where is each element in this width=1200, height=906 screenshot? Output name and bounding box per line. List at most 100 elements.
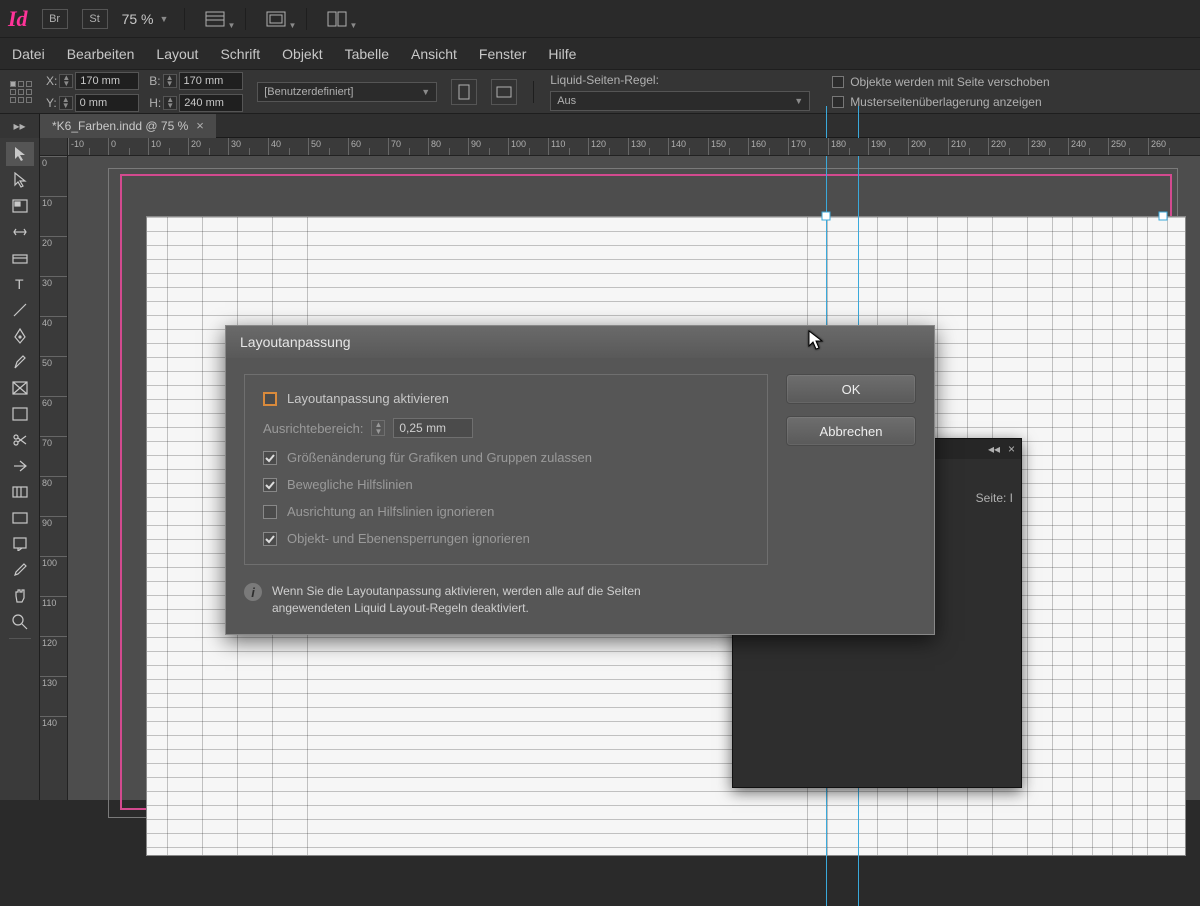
dialog-title: Layoutanpassung <box>226 326 934 358</box>
menu-fenster[interactable]: Fenster <box>479 46 526 62</box>
menu-bearbeiten[interactable]: Bearbeiten <box>67 46 135 62</box>
h-label: H: <box>149 96 161 110</box>
close-panel-icon[interactable]: × <box>1008 442 1015 456</box>
control-bar: X: ▲▼ B: ▲▼ Y: ▲▼ H: ▲▼ [Benutzerdefinie… <box>0 70 1200 114</box>
content-collector-tool-icon[interactable] <box>6 246 34 270</box>
ruler-origin[interactable] <box>40 138 68 156</box>
transform-tool-icon[interactable] <box>6 454 34 478</box>
movable-guides-label: Bewegliche Hilfslinien <box>287 477 413 492</box>
collapse-panel-icon[interactable]: ◂◂ <box>988 442 1000 456</box>
allow-resize-label: Größenänderung für Grafiken und Gruppen … <box>287 450 592 465</box>
stepper-icon[interactable]: ▲▼ <box>59 74 73 88</box>
b-field[interactable] <box>179 72 243 90</box>
hand-tool-icon[interactable] <box>6 584 34 608</box>
gap-tool-icon[interactable] <box>6 220 34 244</box>
stepper-icon[interactable]: ▲▼ <box>163 96 177 110</box>
panel-toggle-icon[interactable]: ▸▸ <box>0 114 40 138</box>
activate-layout-adjustment-checkbox[interactable]: Layoutanpassung aktivieren <box>263 391 749 406</box>
separator <box>9 638 31 639</box>
view-options-icon[interactable]: ▼ <box>201 8 229 30</box>
app-logo: Id <box>8 6 28 32</box>
snap-zone-label: Ausrichtebereich: <box>263 421 363 436</box>
layout-adjustment-dialog: Layoutanpassung Layoutanpassung aktivier… <box>225 325 935 635</box>
type-tool-icon[interactable]: T <box>6 272 34 296</box>
master-overlay-label: Musterseitenüberlagerung anzeigen <box>850 95 1041 109</box>
stepper-icon[interactable]: ▲▼ <box>59 96 73 110</box>
scissors-tool-icon[interactable] <box>6 428 34 452</box>
stepper-icon[interactable]: ▲▼ <box>163 74 177 88</box>
menu-hilfe[interactable]: Hilfe <box>548 46 576 62</box>
x-field[interactable] <box>75 72 139 90</box>
y-label: Y: <box>46 96 57 110</box>
page-preset-dropdown[interactable]: [Benutzerdefiniert] ▼ <box>257 82 437 102</box>
menu-ansicht[interactable]: Ansicht <box>411 46 457 62</box>
ruler-vertical[interactable]: 0102030405060708090100110120130140 <box>40 156 68 800</box>
document-tab-strip: ▸▸ *K6_Farben.indd @ 75 % × <box>0 114 1200 138</box>
orientation-landscape-button[interactable] <box>491 79 517 105</box>
liquid-rule-dropdown[interactable]: Aus ▼ <box>550 91 810 111</box>
stock-badge[interactable]: St <box>82 9 108 29</box>
separator <box>533 81 534 103</box>
pen-tool-icon[interactable] <box>6 324 34 348</box>
selection-handle[interactable] <box>822 212 831 221</box>
zoom-level-dropdown[interactable]: 75 % ▼ <box>122 11 169 27</box>
document-tab[interactable]: *K6_Farben.indd @ 75 % × <box>40 114 216 138</box>
direct-selection-tool-icon[interactable] <box>6 168 34 192</box>
move-objects-checkbox[interactable]: Objekte werden mit Seite verschoben <box>832 75 1049 89</box>
chevron-down-icon: ▼ <box>288 21 296 30</box>
close-tab-icon[interactable]: × <box>196 118 204 133</box>
gradient-feather-tool-icon[interactable] <box>6 506 34 530</box>
orientation-portrait-button[interactable] <box>451 79 477 105</box>
pages-panel-page-label: Seite: I <box>976 491 1013 505</box>
snap-zone-field[interactable] <box>393 418 473 438</box>
selection-tool-icon[interactable] <box>6 142 34 166</box>
separator <box>184 8 185 30</box>
eyedropper-tool-icon[interactable] <box>6 558 34 582</box>
ignore-locks-label: Objekt- und Ebenensperrungen ignorieren <box>287 531 530 546</box>
menu-datei[interactable]: Datei <box>12 46 45 62</box>
menu-tabelle[interactable]: Tabelle <box>345 46 389 62</box>
note-tool-icon[interactable] <box>6 532 34 556</box>
info-icon: i <box>244 583 262 601</box>
zoom-level-value: 75 % <box>122 11 154 27</box>
page-preset-value: [Benutzerdefiniert] <box>264 86 353 98</box>
line-tool-icon[interactable] <box>6 298 34 322</box>
movable-guides-checkbox[interactable]: Bewegliche Hilfslinien <box>263 477 749 492</box>
screen-mode-icon[interactable]: ▼ <box>262 8 290 30</box>
menu-bar: Datei Bearbeiten Layout Schrift Objekt T… <box>0 38 1200 70</box>
liquid-rule-label: Liquid-Seiten-Regel: <box>550 73 810 87</box>
y-field[interactable] <box>75 94 139 112</box>
zoom-tool-icon[interactable] <box>6 610 34 634</box>
menu-objekt[interactable]: Objekt <box>282 46 322 62</box>
menu-schrift[interactable]: Schrift <box>220 46 260 62</box>
reference-point-selector[interactable] <box>10 81 32 103</box>
chevron-down-icon: ▼ <box>421 87 430 97</box>
liquid-rule-value: Aus <box>557 95 576 107</box>
h-field[interactable] <box>179 94 243 112</box>
stepper-icon[interactable]: ▲▼ <box>371 420 385 436</box>
ok-button[interactable]: OK <box>786 374 916 404</box>
master-overlay-checkbox[interactable]: Musterseitenüberlagerung anzeigen <box>832 95 1049 109</box>
dialog-options-group: Layoutanpassung aktivieren Ausrichtebere… <box>244 374 768 565</box>
chevron-down-icon: ▼ <box>794 96 803 106</box>
ruler-horizontal[interactable]: -100102030405060708090100110120130140150… <box>68 138 1200 156</box>
page-tool-icon[interactable] <box>6 194 34 218</box>
rectangle-frame-tool-icon[interactable] <box>6 376 34 400</box>
selection-handle[interactable] <box>1159 212 1168 221</box>
ignore-locks-checkbox[interactable]: Objekt- und Ebenensperrungen ignorieren <box>263 531 749 546</box>
chevron-down-icon: ▼ <box>159 14 168 24</box>
bridge-badge[interactable]: Br <box>42 9 68 29</box>
gradient-swatch-tool-icon[interactable] <box>6 480 34 504</box>
ignore-guides-checkbox[interactable]: Ausrichtung an Hilfslinien ignorieren <box>263 504 749 519</box>
cancel-button[interactable]: Abbrechen <box>786 416 916 446</box>
ignore-guides-label: Ausrichtung an Hilfslinien ignorieren <box>287 504 494 519</box>
svg-text:T: T <box>15 277 24 291</box>
allow-resize-checkbox[interactable]: Größenänderung für Grafiken und Gruppen … <box>263 450 749 465</box>
x-label: X: <box>46 74 57 88</box>
arrange-documents-icon[interactable]: ▼ <box>323 8 351 30</box>
chevron-down-icon: ▼ <box>349 21 357 30</box>
b-label: B: <box>149 74 160 88</box>
pencil-tool-icon[interactable] <box>6 350 34 374</box>
rectangle-tool-icon[interactable] <box>6 402 34 426</box>
menu-layout[interactable]: Layout <box>156 46 198 62</box>
